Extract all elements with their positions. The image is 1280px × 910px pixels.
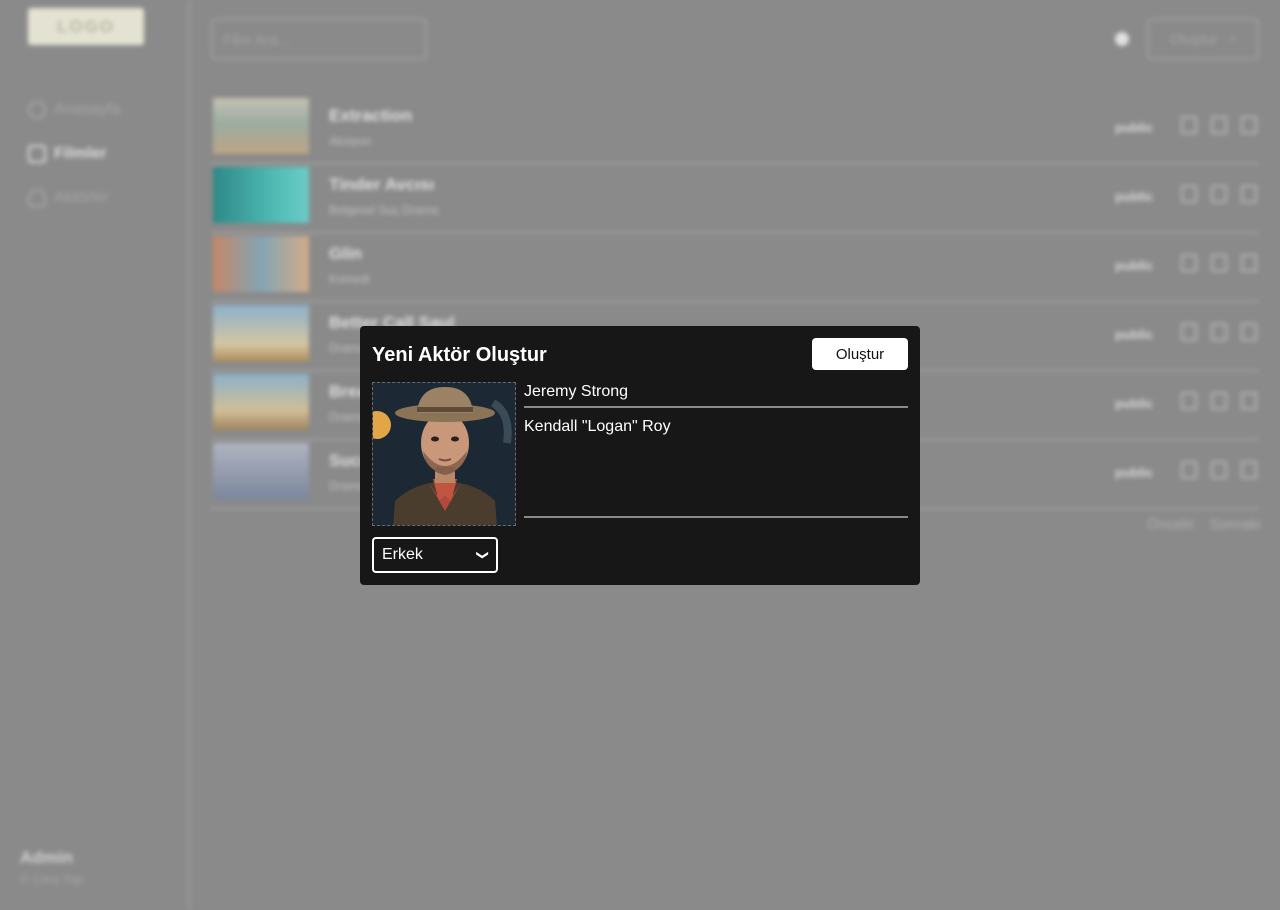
gender-select[interactable]: Erkek ❯ <box>372 537 498 573</box>
actor-photo-upload[interactable] <box>372 382 516 526</box>
actor-role-field[interactable]: Kendall "Logan" Roy <box>524 416 908 518</box>
chevron-down-icon: ❯ <box>475 549 490 561</box>
create-actor-button[interactable]: Oluştur <box>812 338 908 370</box>
modal-title: Yeni Aktör Oluştur <box>372 344 547 366</box>
actor-photo <box>373 383 515 525</box>
actor-name-field[interactable] <box>524 382 908 408</box>
create-actor-modal: Yeni Aktör Oluştur Oluştur Kendall "Loga… <box>360 326 920 585</box>
gender-select-value: Erkek <box>382 546 423 563</box>
